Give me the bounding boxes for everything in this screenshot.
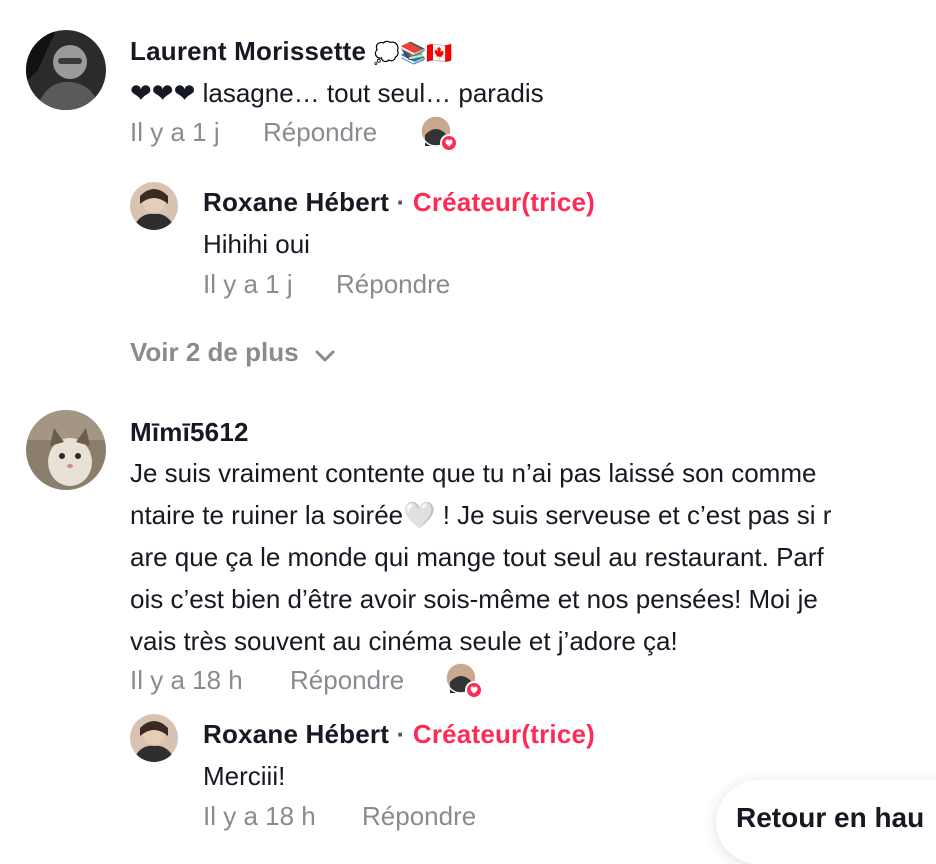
author-name[interactable]: Roxane Hébert [203,719,389,749]
reply-author[interactable]: Roxane Hébert · Créateur(trice) [203,719,595,750]
comment-text-line: are que ça le monde qui mange tout seul … [130,542,824,572]
reply-text: Merciii! [203,755,285,797]
comment-text-line: vais très souvent au cinéma seule et j’a… [130,626,678,656]
avatar[interactable] [130,714,178,762]
comment-text-line: Je suis vraiment contente que tu n’ai pa… [130,458,817,488]
creator-liked-icon [420,115,458,152]
avatar[interactable] [130,182,178,230]
creator-badge: Créateur(trice) [412,719,596,749]
chevron-down-icon [314,339,336,370]
reply-text: Hihihi oui [203,223,310,265]
reply-button[interactable]: Répondre [263,117,377,148]
comment-author[interactable]: Mīmī5612 [130,417,249,448]
comment-text: ❤❤❤ lasagne… tout seul… paradis [130,72,544,114]
view-more-label: Voir 2 de plus [130,337,299,367]
comment-author[interactable]: Laurent Morissette 💭📚🇨🇦 [130,36,453,67]
reply-button[interactable]: Répondre [336,269,450,300]
creator-badge: Créateur(trice) [412,187,596,217]
reply-button[interactable]: Répondre [362,801,476,832]
reply-text-line: Hihihi oui [203,229,310,259]
separator: · [396,719,406,749]
comment-text: Je suis vraiment contente que tu n’ai pa… [130,452,831,662]
reply-timestamp: Il y a 18 h [203,801,316,831]
comment-timestamp: Il y a 18 h [130,665,243,695]
comment-text-line: ois c’est bien d’être avoir sois-même et… [130,584,818,614]
reply-timestamp: Il y a 1 j [203,269,293,299]
comment-text-line: ntaire te ruiner la soirée🤍 ! Je suis se… [130,500,832,530]
reply-text-line: Merciii! [203,761,286,791]
avatar[interactable] [26,410,106,490]
author-name[interactable]: Laurent Morissette [130,36,366,66]
separator: · [396,187,406,217]
comment-timestamp: Il y a 1 j [130,117,220,147]
back-to-top-button[interactable]: Retour en hau [716,780,936,864]
author-emojis: 💭📚🇨🇦 [373,42,453,65]
reply-author[interactable]: Roxane Hébert · Créateur(trice) [203,187,595,218]
comment-text-line: ❤❤❤ lasagne… tout seul… paradis [130,78,544,108]
author-name[interactable]: Roxane Hébert [203,187,389,217]
view-more-replies-button[interactable]: Voir 2 de plus [130,337,336,370]
reply-button[interactable]: Répondre [290,665,404,696]
creator-liked-icon [445,662,483,699]
back-to-top-label: Retour en hau [736,802,925,833]
avatar[interactable] [26,30,106,110]
